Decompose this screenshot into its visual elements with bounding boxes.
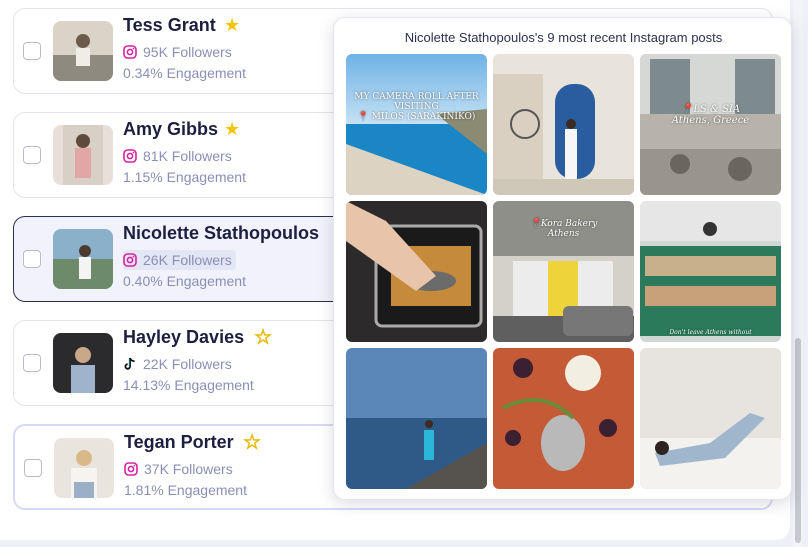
post-caption: 📍Kora Bakery Athens xyxy=(529,219,598,239)
engagement-rate: 0.40% Engagement xyxy=(123,273,246,289)
select-checkbox[interactable] xyxy=(23,354,41,372)
engagement-rate: 1.15% Engagement xyxy=(123,169,246,185)
select-checkbox[interactable] xyxy=(23,42,41,60)
post-thumbnail-oven[interactable] xyxy=(346,201,487,342)
post-thumbnail-bakery[interactable]: 📍Kora Bakery Athens xyxy=(493,201,634,342)
avatar xyxy=(53,333,113,393)
post-caption: Don't leave Athens without xyxy=(669,329,752,336)
select-checkbox[interactable] xyxy=(23,146,41,164)
select-checkbox[interactable] xyxy=(24,459,42,477)
instagram-icon xyxy=(124,462,138,476)
followers-count: 26K Followers xyxy=(123,250,236,270)
avatar xyxy=(54,438,114,498)
instagram-icon xyxy=(123,253,137,267)
instagram-icon xyxy=(123,149,137,163)
recent-posts-popup: Nicolette Stathopoulos's 9 most recent I… xyxy=(333,17,792,500)
star-outline-icon[interactable]: ★ xyxy=(243,433,261,452)
star-icon[interactable]: ★ xyxy=(224,17,240,35)
followers-count: 81K Followers xyxy=(123,146,232,166)
post-thumbnail-cafe[interactable]: 📍LS & SIA Athens, Greece xyxy=(640,54,781,195)
post-thumbnail-beach[interactable]: MY CAMERA ROLL AFTER VISITING 📍 MILOS (S… xyxy=(346,54,487,195)
engagement-rate: 14.13% Engagement xyxy=(123,377,254,393)
post-thumbnail-sea[interactable] xyxy=(346,348,487,489)
star-icon[interactable]: ★ xyxy=(224,121,240,139)
posts-grid: MY CAMERA ROLL AFTER VISITING 📍 MILOS (S… xyxy=(346,54,781,489)
influencer-name[interactable]: Amy Gibbs xyxy=(123,119,218,140)
followers-count: 95K Followers xyxy=(123,42,232,62)
tiktok-icon xyxy=(124,357,135,370)
instagram-icon xyxy=(123,45,137,59)
followers-count: 37K Followers xyxy=(124,459,233,479)
post-thumbnail-bed[interactable] xyxy=(640,348,781,489)
engagement-rate: 0.34% Engagement xyxy=(123,65,246,81)
popup-title: Nicolette Stathopoulos's 9 most recent I… xyxy=(404,30,723,45)
influencer-name[interactable]: Tess Grant xyxy=(123,15,216,36)
post-caption: 📍LS & SIA Athens, Greece xyxy=(671,104,750,126)
avatar xyxy=(53,21,113,81)
scrollbar-thumb[interactable] xyxy=(795,338,801,543)
post-caption: MY CAMERA ROLL AFTER VISITING 📍 MILOS (S… xyxy=(354,92,479,122)
post-thumbnail-pastry-shop[interactable]: Don't leave Athens without xyxy=(640,201,781,342)
avatar xyxy=(53,125,113,185)
star-outline-icon[interactable]: ★ xyxy=(254,328,272,347)
post-thumbnail-door[interactable] xyxy=(493,54,634,195)
followers-count: 22K Followers xyxy=(123,354,232,374)
avatar xyxy=(53,229,113,289)
influencer-name[interactable]: Hayley Davies xyxy=(123,327,244,348)
select-checkbox[interactable] xyxy=(23,250,41,268)
influencer-name[interactable]: Nicolette Stathopoulos xyxy=(123,223,319,244)
post-thumbnail-food[interactable] xyxy=(493,348,634,489)
engagement-rate: 1.81% Engagement xyxy=(124,482,247,498)
influencer-name[interactable]: Tegan Porter xyxy=(124,432,234,453)
